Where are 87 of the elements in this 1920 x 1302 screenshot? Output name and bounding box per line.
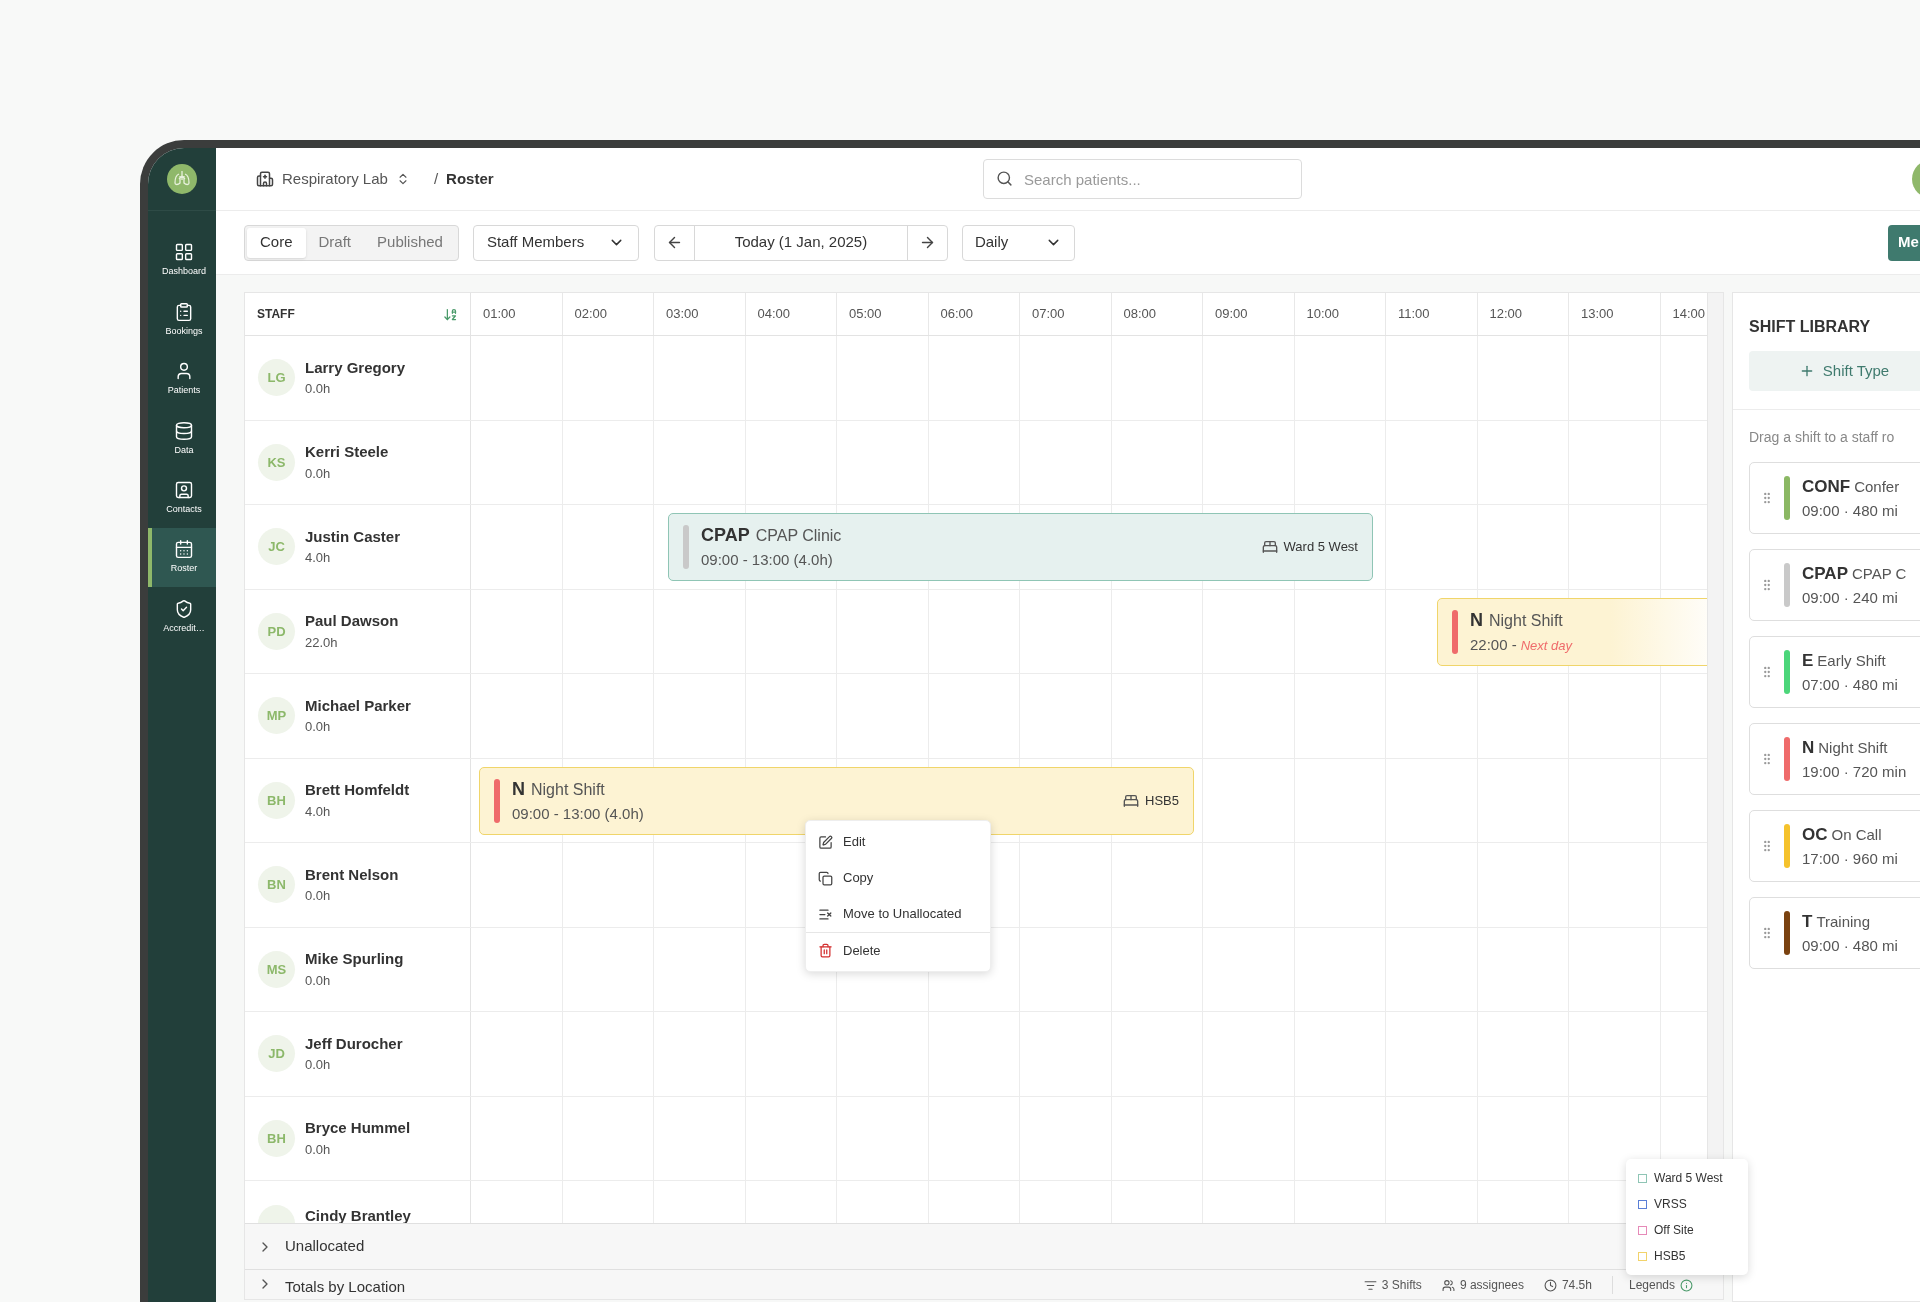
breadcrumb-separator: /: [433, 168, 439, 189]
staff-name: Michael Parker: [305, 695, 411, 716]
staff-name: Justin Caster: [305, 526, 401, 547]
legend-label: VRSS: [1654, 1196, 1687, 1213]
total-stat: 9 assignees: [1459, 1277, 1524, 1294]
legend-label: Off Site: [1654, 1222, 1694, 1239]
staff-name: Brent Nelson: [305, 864, 399, 885]
staff-name: Paul Dawson: [305, 611, 399, 632]
shift-location: HSB5: [1145, 791, 1179, 810]
staff-avatar: MP: [258, 697, 295, 735]
legend-label: Ward 5 West: [1654, 1170, 1723, 1187]
shift-code: OC: [1802, 824, 1828, 846]
shift-code: CONF: [1802, 476, 1851, 498]
legend-label: HSB5: [1654, 1248, 1686, 1265]
column-header: STAFF: [257, 306, 295, 323]
hour-label: 08:00: [1123, 305, 1157, 324]
hour-label: 03:00: [666, 305, 699, 324]
staff-hours: 4.0h: [305, 549, 332, 568]
staff-hours: 0.0h: [305, 971, 332, 990]
hour-label: 09:00: [1215, 305, 1248, 324]
staff-name: Kerri Steele: [305, 442, 389, 463]
shift-details: 09:00 · 480 mi: [1802, 500, 1899, 521]
shift-name: Night Shift: [1818, 738, 1888, 758]
shift-code: E: [1802, 650, 1814, 672]
shift-details: 09:00 · 240 mi: [1802, 587, 1899, 608]
staff-avatar: BN: [258, 866, 295, 904]
staff-avatar: JC: [258, 528, 295, 566]
staff-hours: 0.0h: [305, 887, 332, 906]
staff-name: Brett Homfeldt: [305, 780, 410, 801]
shift-name: On Call: [1831, 825, 1882, 845]
staff-hours: 4.0h: [305, 802, 332, 821]
staff-hours: 0.0h: [305, 464, 332, 483]
staff-name: Larry Gregory: [305, 357, 406, 378]
hour-label: 10:00: [1306, 305, 1340, 324]
shift-name: Night Shift: [1489, 610, 1563, 631]
staff-avatar: MS: [258, 950, 295, 988]
hour-label: 11:00: [1398, 305, 1430, 324]
totals-label: Totals by Location: [285, 1277, 406, 1297]
next-day-note: Next day: [1520, 636, 1572, 655]
shift-name: Early Shift: [1817, 651, 1886, 671]
shift-code: CPAP: [701, 524, 750, 548]
hour-label: 02:00: [574, 305, 608, 324]
staff-avatar: BH: [258, 781, 295, 819]
staff-hours: 0.0h: [305, 380, 332, 399]
hour-label: 14:00: [1672, 305, 1706, 324]
staff-avatar: PD: [258, 612, 295, 650]
staff-name: Mike Spurling: [305, 949, 404, 970]
staff-hours: 0.0h: [305, 718, 332, 737]
staff-avatar: JD: [258, 1035, 295, 1073]
staff-avatar: LG: [258, 359, 295, 397]
shift-code: T: [1802, 911, 1813, 933]
shift-name: Training: [1816, 912, 1871, 932]
total-stat: 3 Shifts: [1381, 1277, 1422, 1294]
shift-location: Ward 5 West: [1283, 538, 1358, 557]
staff-avatar: BH: [258, 1119, 295, 1157]
staff-hours: 0.0h: [305, 1056, 332, 1075]
shift-name: Confer: [1854, 477, 1900, 497]
shift-code: N: [1470, 608, 1483, 632]
library-hint: Drag a shift to a staff ro: [1748, 428, 1896, 447]
shift-details: 17:00 · 960 mi: [1802, 848, 1898, 869]
shift-details: 09:00 · 480 mi: [1802, 935, 1898, 956]
shift-code: CPAP: [1802, 563, 1848, 585]
shift-name: Night Shift: [531, 779, 605, 800]
shift-code: N: [512, 777, 525, 801]
staff-name: Bryce Hummel: [305, 1118, 411, 1139]
staff-hours: 0.0h: [305, 1140, 332, 1159]
breadcrumb-page: Roster: [446, 168, 494, 189]
hour-label: 06:00: [940, 305, 974, 324]
staff-avatar: KS: [258, 443, 295, 481]
hour-label: 07:00: [1032, 305, 1065, 324]
shift-name: CPAP C: [1852, 564, 1907, 584]
hour-label: 05:00: [849, 305, 882, 324]
shift-code: N: [1802, 737, 1815, 759]
hour-label: 01:00: [483, 305, 516, 324]
hour-label: 04:00: [757, 305, 791, 324]
shift-details: 19:00 · 720 min: [1802, 761, 1907, 782]
hour-label: 13:00: [1581, 305, 1614, 324]
total-stat: 74.5h: [1561, 1277, 1592, 1294]
shift-details: 07:00 · 480 mi: [1802, 674, 1898, 695]
staff-hours: 22.0h: [305, 633, 339, 652]
staff-name: Jeff Durocher: [305, 1033, 403, 1054]
panel-title: SHIFT LIBRARY: [1749, 317, 1872, 337]
shift-time: 09:00 - 13:00 (4.0h): [512, 803, 644, 824]
hour-label: 12:00: [1489, 305, 1523, 324]
shift-name: CPAP Clinic: [755, 526, 842, 547]
shift-time: 22:00 -: [1470, 634, 1517, 655]
shift-time: 09:00 - 13:00 (4.0h): [701, 550, 833, 571]
